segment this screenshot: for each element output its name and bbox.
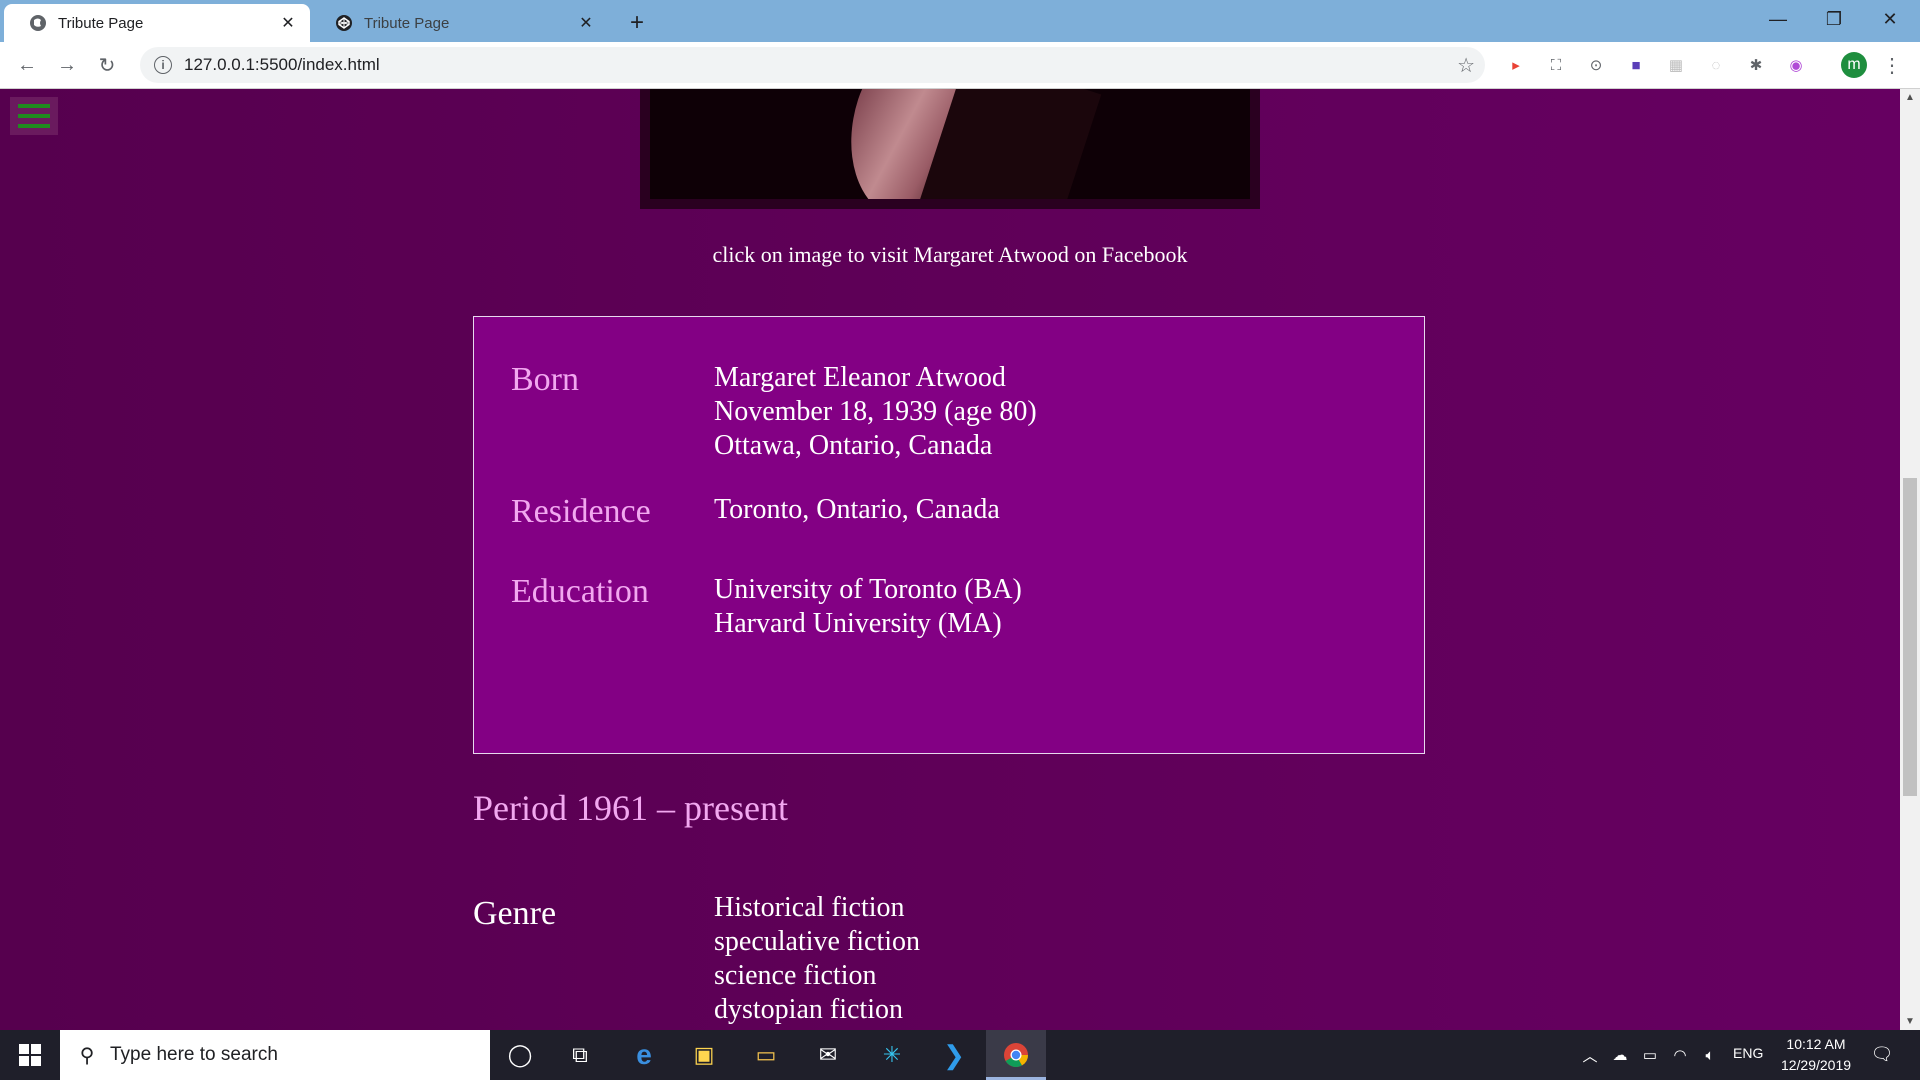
education-value: University of Toronto (BA) [714, 574, 1022, 605]
codepen-icon [334, 13, 354, 33]
genre-item: dystopian fiction [714, 994, 903, 1025]
show-hidden-icons-chevron-icon[interactable]: ︿ [1580, 1044, 1600, 1066]
kebab-menu-icon[interactable]: ⋮ [1882, 52, 1902, 78]
cast-icon[interactable]: ▸ [1505, 54, 1527, 76]
task-view-icon[interactable]: ⧉ [550, 1030, 610, 1080]
close-tab-icon[interactable]: ✕ [576, 13, 596, 33]
browser-toolbar: ← → ↻ i 127.0.0.1:5500/index.html ☆ ▸ ⛶ … [0, 42, 1920, 89]
windows-taskbar: ⚲ Type here to search ◯ ⧉ e ▣ ▭ ✉ ✳ ❯ ︿ … [0, 1030, 1920, 1080]
profile-avatar[interactable]: m [1841, 52, 1867, 78]
genre-item: science fiction [714, 960, 877, 991]
store-icon[interactable]: ▣ [674, 1030, 734, 1080]
info-value: Toronto, Ontario, Canada [714, 493, 1000, 527]
site-info-icon[interactable]: i [154, 56, 172, 74]
screenshot-icon[interactable]: ⛶ [1545, 54, 1567, 76]
page-scrollbar[interactable]: ▲ ▼ [1900, 89, 1920, 1030]
genre-values: Historical fiction speculative fiction s… [714, 891, 920, 1027]
extension-icon[interactable]: ◌ [1705, 54, 1727, 76]
search-placeholder: Type here to search [110, 1044, 278, 1065]
back-arrow-icon[interactable]: ← [10, 48, 44, 82]
slack-icon[interactable]: ✳ [862, 1030, 922, 1080]
volume-icon[interactable]: 🔈︎ [1700, 1044, 1720, 1066]
minimize-icon[interactable]: — [1750, 0, 1806, 38]
taskbar-search-box[interactable]: ⚲ Type here to search [60, 1030, 490, 1080]
language-indicator[interactable]: ENG [1733, 1045, 1763, 1061]
start-button[interactable] [0, 1030, 60, 1080]
info-label: Residence [511, 493, 651, 530]
info-label: Education [511, 573, 649, 610]
scroll-up-arrow-icon[interactable]: ▲ [1900, 89, 1920, 106]
battery-icon[interactable]: ▭ [1640, 1044, 1660, 1066]
genre-item: Historical fiction [714, 892, 905, 923]
url-text[interactable]: 127.0.0.1:5500/index.html [184, 55, 380, 75]
tab-tribute-page[interactable]: Tribute Page ✕ [310, 4, 608, 42]
born-date: November 18, 1939 (age 80) [714, 396, 1037, 427]
address-bar[interactable]: i 127.0.0.1:5500/index.html ☆ [140, 47, 1485, 83]
restore-icon[interactable]: ❐ [1806, 0, 1862, 38]
clock-time: 10:12 AM [1786, 1036, 1846, 1052]
scrollbar-thumb[interactable] [1903, 478, 1917, 796]
scroll-down-arrow-icon[interactable]: ▼ [1900, 1013, 1920, 1030]
period-heading: Period 1961 – present [473, 788, 788, 828]
browser-tab-bar: Tribute Page ✕ Tribute Page ✕ + — ❐ ✕ [0, 0, 1920, 42]
born-name: Margaret Eleanor Atwood [714, 362, 1006, 393]
info-label: Born [511, 361, 579, 398]
windows-logo-icon [19, 1044, 41, 1066]
info-box: Born Margaret Eleanor Atwood November 18… [473, 316, 1425, 754]
forward-arrow-icon[interactable]: → [50, 48, 84, 82]
author-photo-link[interactable] [640, 89, 1260, 209]
hamburger-menu-icon[interactable] [10, 97, 58, 135]
chrome-icon[interactable] [986, 1030, 1046, 1080]
notification-center-icon[interactable]: 🗨︎ [1870, 1042, 1894, 1066]
devtools-icon[interactable]: ⊙ [1585, 54, 1607, 76]
close-window-icon[interactable]: ✕ [1862, 0, 1918, 38]
author-photo[interactable] [650, 89, 1250, 199]
page-viewport: click on image to visit Margaret Atwood … [0, 89, 1900, 1030]
bookmark-star-icon[interactable]: ☆ [1457, 53, 1475, 78]
system-clock[interactable]: 10:12 AM 12/29/2019 [1772, 1034, 1860, 1076]
wifi-icon[interactable]: ◠ [1670, 1044, 1690, 1066]
mail-icon[interactable]: ✉ [798, 1030, 858, 1080]
tab-title: Tribute Page [58, 14, 144, 32]
edge-icon[interactable]: e [614, 1030, 674, 1080]
clock-date: 12/29/2019 [1780, 1057, 1852, 1073]
globe-icon [28, 13, 48, 33]
education-value: Harvard University (MA) [714, 608, 1002, 639]
search-icon: ⚲ [79, 1044, 95, 1067]
residence-value: Toronto, Ontario, Canada [714, 494, 1000, 525]
pocket-icon[interactable]: ■ [1625, 54, 1647, 76]
tab-tribute-page-active[interactable]: Tribute Page ✕ [4, 4, 310, 42]
onedrive-cloud-icon[interactable]: ☁ [1610, 1044, 1630, 1066]
genre-label: Genre [473, 895, 557, 932]
photo-caption: click on image to visit Margaret Atwood … [712, 242, 1188, 267]
broadcast-icon[interactable]: ◉ [1785, 54, 1807, 76]
file-explorer-icon[interactable]: ▭ [736, 1030, 796, 1080]
puzzle-icon[interactable]: ✱ [1745, 54, 1767, 76]
tab-icon[interactable]: ▦ [1665, 54, 1687, 76]
tab-title: Tribute Page [364, 14, 450, 32]
born-place: Ottawa, Ontario, Canada [714, 430, 993, 461]
close-tab-icon[interactable]: ✕ [278, 13, 298, 33]
vscode-icon[interactable]: ❯ [924, 1030, 984, 1080]
info-value: University of Toronto (BA) Harvard Unive… [714, 573, 1022, 641]
info-value: Margaret Eleanor Atwood November 18, 193… [714, 361, 1037, 463]
genre-item: speculative fiction [714, 926, 921, 957]
cortana-icon[interactable]: ◯ [490, 1030, 550, 1080]
new-tab-button[interactable]: + [622, 8, 652, 38]
reload-icon[interactable]: ↻ [90, 48, 124, 82]
